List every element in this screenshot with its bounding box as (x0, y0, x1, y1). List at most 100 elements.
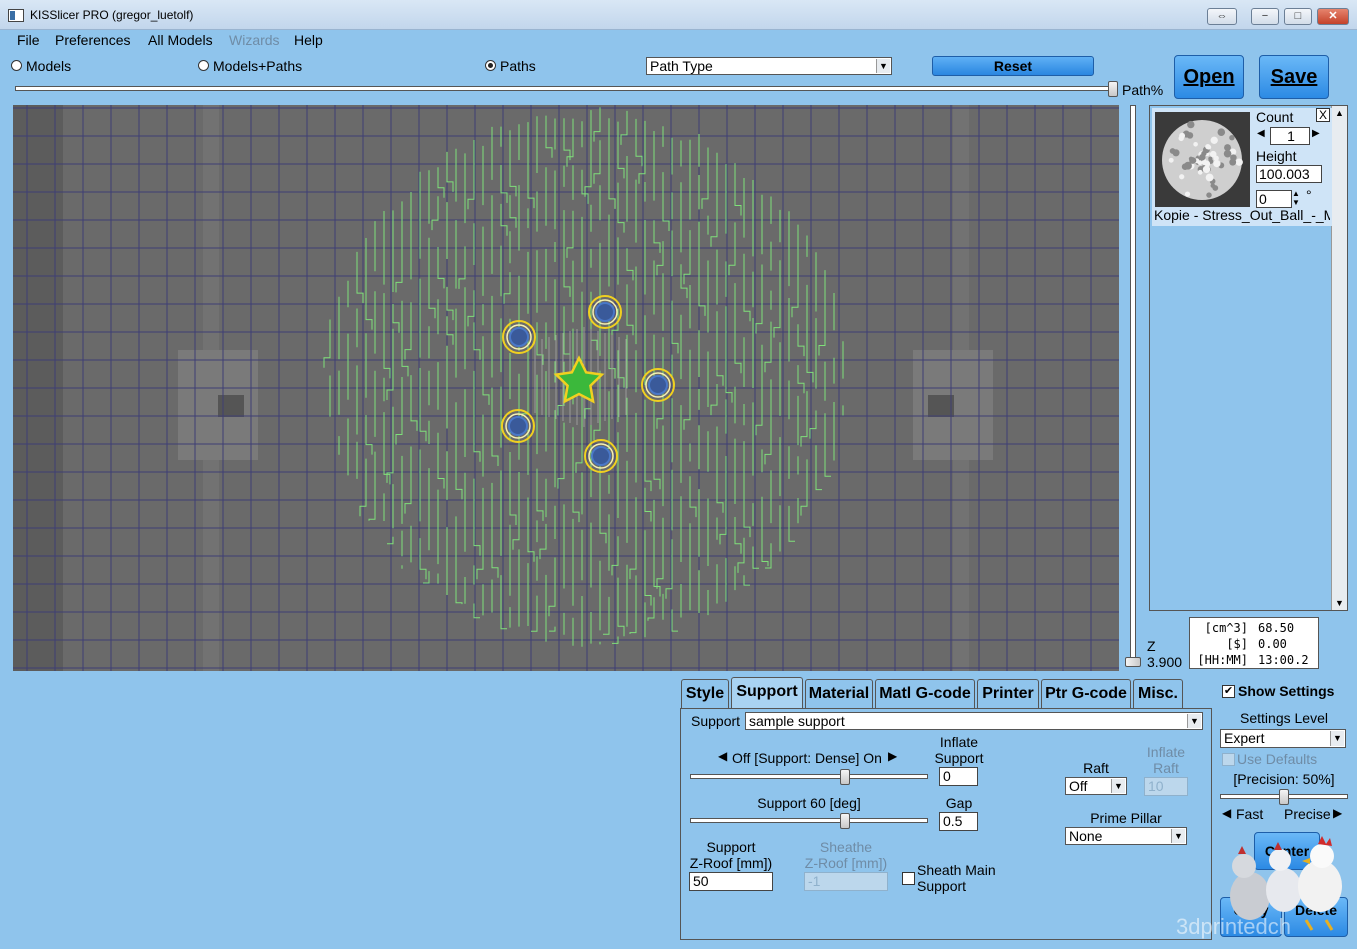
infill-path (512, 472, 520, 550)
open-button[interactable]: Open (1174, 55, 1244, 99)
infill-path (593, 140, 601, 184)
ball-spike (1213, 159, 1221, 168)
infill-path (545, 115, 553, 158)
show-settings-checkbox[interactable]: ✔ (1222, 685, 1235, 698)
models-radio[interactable] (11, 60, 22, 71)
island-inner-perimeter (509, 327, 529, 347)
prime-pillar-select[interactable]: None ▼ (1065, 827, 1187, 845)
fast-label: Fast (1236, 806, 1264, 822)
menu-wizards[interactable]: Wizards (229, 32, 280, 48)
infill-path (548, 557, 556, 617)
chevron-down-icon: ▼ (1111, 779, 1125, 793)
layer-viewport[interactable] (13, 105, 1119, 671)
path-percent-slider[interactable] (15, 86, 1118, 91)
tab-support[interactable]: Support (731, 677, 803, 709)
z-layer-slider[interactable] (1130, 105, 1136, 667)
infill-path (446, 316, 454, 345)
support-angle-slider[interactable] (690, 818, 928, 823)
precision-slider-thumb[interactable] (1279, 789, 1289, 805)
menu-help[interactable]: Help (294, 32, 323, 48)
infill-path (387, 536, 394, 545)
scroll-up-icon[interactable]: ▲ (1332, 106, 1347, 120)
ball-spike (1201, 150, 1207, 157)
sheathe-zroof-field[interactable]: -1 (804, 872, 888, 891)
precision-label: [Precision: 50%] (1233, 771, 1335, 787)
inflate-raft-field[interactable]: 10 (1144, 777, 1188, 796)
support-density-slider-thumb[interactable] (840, 769, 851, 785)
infill-path (755, 264, 763, 334)
tab-material[interactable]: Material (805, 679, 873, 708)
reset-button[interactable]: Reset (932, 56, 1094, 76)
sheath-main-support-checkbox[interactable] (902, 872, 915, 885)
support-zroof-field[interactable]: 50 (689, 872, 773, 891)
ball-spike (1213, 155, 1219, 161)
ball-spike (1197, 169, 1203, 175)
settings-level-select[interactable]: Expert ▼ (1220, 729, 1346, 748)
inflate-support-field[interactable]: 0 (939, 767, 978, 786)
infill-path (671, 300, 679, 354)
tab-style[interactable]: Style (681, 679, 729, 708)
rotation-spinner-icon[interactable]: ▲ ▼ (1292, 189, 1300, 207)
z-label: Z (1147, 638, 1156, 654)
support-density-label: Off [Support: Dense] On (732, 750, 882, 766)
volume-unit: [cm^3] (1204, 621, 1248, 635)
support-angle-slider-thumb[interactable] (840, 813, 851, 829)
title-bar: KISSlicer PRO (gregor_luetolf) ⇔ − □ ✕ (0, 0, 1357, 30)
count-decrease-icon[interactable]: ◀ (1257, 128, 1265, 139)
scroll-down-icon[interactable]: ▼ (1332, 596, 1347, 610)
gap-field[interactable]: 0.5 (939, 812, 978, 831)
models-paths-radio[interactable] (198, 60, 209, 71)
z-layer-slider-thumb[interactable] (1125, 657, 1141, 667)
menu-all-models[interactable]: All Models (148, 32, 213, 48)
support-profile-select[interactable]: sample support ▼ (745, 712, 1203, 730)
raft-select[interactable]: Off ▼ (1065, 777, 1127, 795)
path-type-select[interactable]: Path Type ▼ (646, 57, 892, 75)
ball-spike (1210, 136, 1218, 144)
rotation-field[interactable]: 0 (1256, 190, 1292, 208)
menu-preferences[interactable]: Preferences (55, 32, 130, 48)
infill-path (671, 609, 678, 632)
restore-size-button[interactable]: ⇔ (1207, 8, 1237, 25)
infill-path (773, 260, 781, 338)
precise-arrow-icon: ▶ (1333, 806, 1343, 820)
tab-ptr-gcode[interactable]: Ptr G-code (1041, 679, 1131, 708)
infill-path (509, 452, 517, 525)
tab-misc[interactable]: Misc. (1133, 679, 1183, 708)
menu-bar: File Preferences All Models Wizards Help (6, 30, 1351, 51)
save-button[interactable]: Save (1259, 55, 1329, 99)
minimize-button[interactable]: − (1251, 8, 1279, 25)
ball-spike (1210, 183, 1216, 188)
ball-spike (1206, 144, 1212, 150)
ball-spike (1184, 161, 1192, 170)
tab-matl-gcode[interactable]: Matl G-code (875, 679, 975, 708)
remove-model-button[interactable]: X (1316, 108, 1330, 122)
height-field[interactable]: 100.003 (1256, 165, 1322, 183)
infill-path (824, 413, 831, 477)
path-percent-slider-thumb[interactable] (1108, 81, 1118, 97)
gap-label: Gap (945, 795, 973, 811)
support-density-slider[interactable] (690, 774, 928, 779)
count-increase-icon[interactable]: ▶ (1312, 128, 1320, 139)
infill-path (467, 140, 475, 210)
infill-path (752, 546, 759, 569)
model-list-scrollbar[interactable]: ▲ ▼ (1331, 106, 1347, 610)
paths-radio[interactable] (485, 60, 496, 71)
count-field[interactable]: 1 (1270, 127, 1310, 145)
support-zroof-label-line2: Z-Roof [mm]) (689, 855, 773, 871)
infill-path (509, 195, 517, 228)
use-defaults-checkbox[interactable] (1222, 753, 1235, 766)
infill-path (539, 523, 547, 560)
inflate-support-label-line2: Support (934, 750, 984, 766)
menu-file[interactable]: File (17, 32, 40, 48)
infill-path (323, 319, 331, 368)
maximize-button[interactable]: □ (1284, 8, 1312, 25)
close-button[interactable]: ✕ (1317, 8, 1349, 25)
infill-path (446, 151, 454, 192)
ball-spike (1187, 120, 1195, 129)
tab-printer[interactable]: Printer (977, 679, 1039, 708)
infill-path (683, 349, 691, 430)
support-angle-label: Support 60 [deg] (757, 795, 861, 811)
window-title: KISSlicer PRO (gregor_luetolf) (30, 8, 194, 22)
ball-spike (1223, 149, 1232, 158)
toolpath-canvas (13, 105, 1119, 671)
